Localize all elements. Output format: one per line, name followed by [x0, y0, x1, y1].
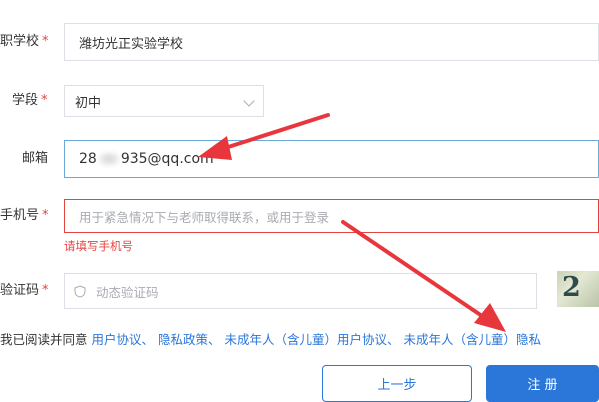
phone-label-text: 手机号	[0, 208, 40, 223]
school-value: 潍坊光正实验学校	[79, 36, 184, 52]
school-label: 职学校 *	[0, 32, 49, 52]
redaction-blur	[97, 152, 120, 166]
school-label-text: 职学校	[0, 34, 40, 49]
phone-input[interactable]: 用于紧急情况下与老师取得联系，或用于登录	[64, 199, 599, 233]
code-placeholder: 动态验证码	[96, 284, 159, 300]
stage-label: 学段 *	[12, 91, 48, 111]
minor-user-agreement-link[interactable]: 未成年人（含儿童）用户协议、	[225, 332, 400, 347]
stage-label-text: 学段	[12, 93, 39, 108]
email-input[interactable]: 28 935@qq.com	[64, 140, 599, 178]
code-label-text: 验证码	[0, 283, 40, 298]
email-value-prefix: 28	[79, 151, 97, 167]
code-input[interactable]: 动态验证码	[64, 273, 537, 309]
email-label-text: 邮箱	[22, 151, 49, 166]
phone-placeholder: 用于紧急情况下与老师取得联系，或用于登录	[79, 209, 330, 225]
captcha-image[interactable]: 2	[557, 271, 599, 307]
captcha-text: 2	[562, 272, 581, 303]
privacy-policy-link[interactable]: 隐私政策、	[158, 332, 221, 347]
phone-label: 手机号 *	[0, 206, 49, 226]
email-label: 邮箱	[22, 149, 48, 169]
agreement-prefix: 我已阅读并同意	[0, 332, 88, 347]
minor-privacy-link[interactable]: 未成年人（含儿童）隐私	[404, 332, 542, 347]
required-mark: *	[42, 283, 49, 298]
code-label: 验证码 *	[0, 281, 49, 301]
agreement-line: 我已阅读并同意 用户协议、 隐私政策、 未成年人（含儿童）用户协议、 未成年人（…	[0, 331, 541, 349]
required-mark: *	[42, 34, 49, 49]
prev-step-button[interactable]: 上一步	[322, 365, 472, 402]
school-input[interactable]: 潍坊光正实验学校	[64, 23, 599, 61]
register-button[interactable]: 注 册	[486, 365, 599, 402]
email-value: 28 935@qq.com	[65, 151, 214, 167]
email-value-suffix: 935@qq.com	[120, 151, 214, 167]
user-agreement-link[interactable]: 用户协议、	[92, 332, 155, 347]
stage-value: 初中	[75, 95, 102, 111]
required-mark: *	[42, 208, 49, 223]
required-mark: *	[41, 93, 48, 108]
chevron-down-icon	[243, 95, 255, 107]
stage-select[interactable]: 初中	[64, 85, 264, 117]
phone-error-text: 请填写手机号	[64, 239, 133, 253]
shield-icon	[74, 284, 86, 298]
